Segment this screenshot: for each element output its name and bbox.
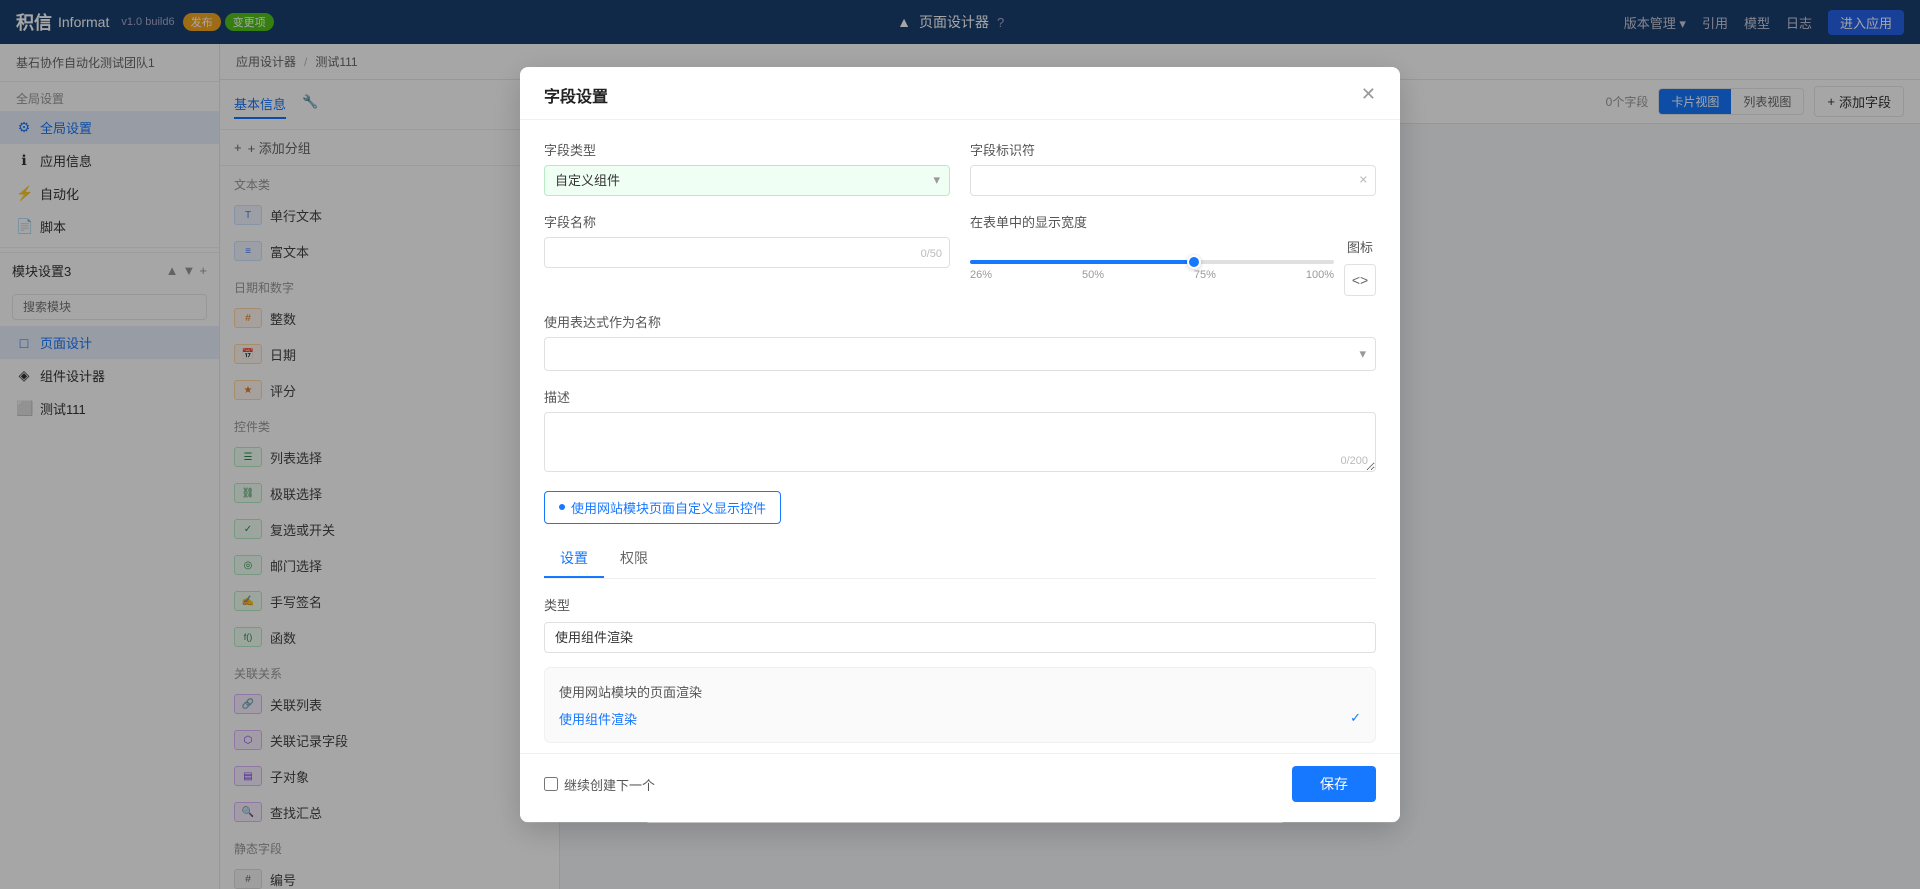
render-type-wrapper: 使用组件渲染 使用默认渲染 bbox=[544, 622, 1376, 653]
field-identifier-col: 字段标识符 ✕ bbox=[970, 140, 1376, 196]
dialog-header: 字段设置 ✕ bbox=[520, 67, 1400, 120]
icon-selector[interactable]: <> bbox=[1344, 264, 1376, 296]
field-type-select-wrapper: 自定义组件 单行文本 富文本 整数 日期 bbox=[544, 165, 950, 196]
field-type-col: 字段类型 自定义组件 单行文本 富文本 整数 日期 bbox=[544, 140, 950, 196]
use-website-component-btn[interactable]: 使用网站模块页面自定义显示控件 bbox=[544, 491, 781, 524]
field-name-row: 字段名称 0/50 在表单中的显示宽度 26% 50% 75% 100% bbox=[544, 212, 1376, 296]
field-type-row: 字段类型 自定义组件 单行文本 富文本 整数 日期 字段标识符 ✕ bbox=[544, 140, 1376, 196]
icon-value: <> bbox=[1352, 272, 1368, 288]
slider-labels: 26% 50% 75% 100% bbox=[970, 269, 1334, 281]
label-100: 100% bbox=[1306, 269, 1334, 281]
dot-icon bbox=[559, 504, 565, 510]
website-render-value-row: 使用组件渲染 ✓ bbox=[559, 709, 1361, 728]
description-row: 描述 0/200 bbox=[544, 387, 1376, 475]
identifier-clear-icon[interactable]: ✕ bbox=[1359, 174, 1368, 187]
field-identifier-wrapper: ✕ bbox=[970, 165, 1376, 196]
component-btn-row: 使用网站模块页面自定义显示控件 bbox=[544, 491, 1376, 540]
expression-col: 使用表达式作为名称 bbox=[544, 312, 1376, 371]
save-button[interactable]: 保存 bbox=[1292, 766, 1376, 802]
component-btn-label: 使用网站模块页面自定义显示控件 bbox=[571, 498, 766, 517]
settings-tabs: 设置 权限 bbox=[544, 540, 1376, 579]
slider-container: 26% 50% 75% 100% bbox=[970, 252, 1334, 281]
expression-select-wrapper bbox=[544, 337, 1376, 371]
label-50: 50% bbox=[1082, 269, 1104, 281]
display-width-label: 在表单中的显示宽度 bbox=[970, 212, 1376, 231]
icon-section: 图标 <> bbox=[1344, 237, 1376, 296]
dialog-body: 字段类型 自定义组件 单行文本 富文本 整数 日期 字段标识符 ✕ bbox=[520, 120, 1400, 823]
field-name-count: 0/50 bbox=[921, 248, 942, 260]
width-control-row: 26% 50% 75% 100% 图标 <> bbox=[970, 237, 1376, 296]
icon-label: 图标 bbox=[1347, 237, 1373, 256]
website-render-check: ✓ bbox=[1350, 710, 1361, 726]
label-26: 26% bbox=[970, 269, 992, 281]
width-col: 在表单中的显示宽度 26% 50% 75% 100% 图标 bbox=[970, 212, 1376, 296]
continue-create-label[interactable]: 继续创建下一个 bbox=[544, 775, 655, 794]
expression-label: 使用表达式作为名称 bbox=[544, 312, 1376, 331]
dialog-footer: 继续创建下一个 保存 bbox=[520, 753, 1400, 822]
field-name-wrapper: 0/50 bbox=[544, 237, 950, 268]
field-type-label: 字段类型 bbox=[544, 140, 950, 159]
website-render-value: 使用组件渲染 bbox=[559, 709, 637, 728]
width-slider[interactable] bbox=[970, 260, 1334, 264]
description-col: 描述 0/200 bbox=[544, 387, 1376, 475]
description-count: 0/200 bbox=[1340, 455, 1368, 467]
type-section-label: 类型 bbox=[544, 595, 1376, 614]
description-wrapper: 0/200 bbox=[544, 412, 1376, 475]
field-type-select[interactable]: 自定义组件 单行文本 富文本 整数 日期 bbox=[544, 165, 950, 196]
expression-select[interactable] bbox=[544, 337, 1376, 371]
dialog-close-btn[interactable]: ✕ bbox=[1361, 84, 1376, 105]
tab-settings[interactable]: 设置 bbox=[544, 540, 604, 578]
tab-permissions[interactable]: 权限 bbox=[604, 540, 664, 578]
continue-create-checkbox[interactable] bbox=[544, 777, 558, 791]
field-name-input[interactable] bbox=[544, 237, 950, 268]
expression-row: 使用表达式作为名称 bbox=[544, 312, 1376, 371]
field-name-col: 字段名称 0/50 bbox=[544, 212, 950, 296]
label-75: 75% bbox=[1194, 269, 1216, 281]
dialog-title: 字段设置 bbox=[544, 83, 608, 107]
description-textarea[interactable] bbox=[544, 412, 1376, 472]
continue-create-text: 继续创建下一个 bbox=[564, 775, 655, 794]
website-render-section: 使用网站模块的页面渲染 使用组件渲染 ✓ bbox=[544, 667, 1376, 743]
description-label: 描述 bbox=[544, 387, 1376, 406]
field-identifier-label: 字段标识符 bbox=[970, 140, 1376, 159]
render-type-select[interactable]: 使用组件渲染 使用默认渲染 bbox=[544, 622, 1376, 653]
field-identifier-input[interactable] bbox=[970, 165, 1376, 196]
field-name-label: 字段名称 bbox=[544, 212, 950, 231]
website-render-label: 使用网站模块的页面渲染 bbox=[559, 682, 1361, 701]
field-settings-dialog: 字段设置 ✕ 字段类型 自定义组件 单行文本 富文本 整数 日期 字段标识符 bbox=[520, 67, 1400, 823]
